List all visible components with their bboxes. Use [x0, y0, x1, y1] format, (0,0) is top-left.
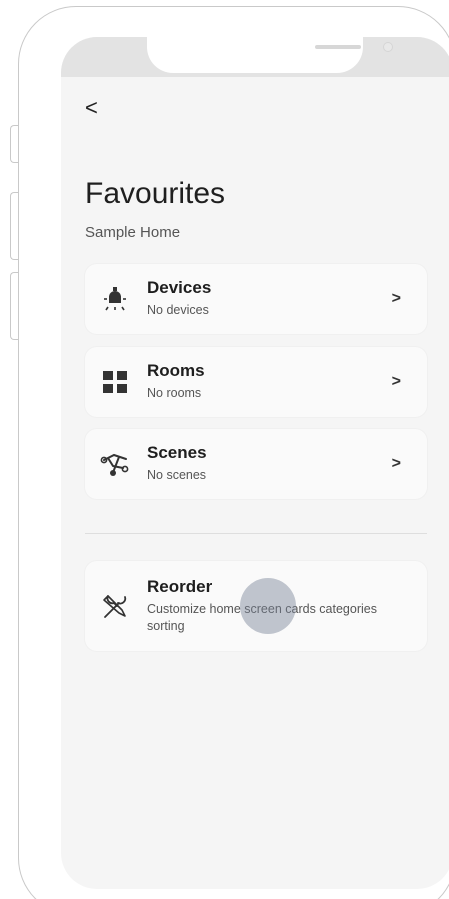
bulb-icon — [104, 287, 126, 311]
divider — [85, 533, 427, 534]
page-title: Favourites — [85, 177, 226, 210]
status-bar — [61, 37, 449, 77]
grid-icon — [103, 371, 127, 393]
scenes-card[interactable]: Scenes No scenes > — [85, 429, 427, 499]
screen: < Favourites Sample Home Devices No devi… — [61, 37, 449, 889]
scenes-description: No scenes — [147, 468, 207, 482]
camera — [383, 42, 393, 52]
chevron-right-icon: > — [391, 373, 401, 390]
rooms-label: Rooms — [147, 361, 205, 380]
devices-card[interactable]: Devices No devices > — [85, 264, 427, 334]
reorder-label: Reorder — [147, 577, 213, 596]
scenes-label: Scenes — [147, 443, 207, 462]
rooms-card[interactable]: Rooms No rooms > — [85, 347, 427, 417]
back-button[interactable]: < — [85, 95, 98, 121]
rooms-description: No rooms — [147, 386, 202, 400]
phone-frame: < Favourites Sample Home Devices No devi… — [18, 6, 449, 899]
chevron-right-icon: > — [391, 455, 401, 472]
reorder-description: Customize home screen cards categories s… — [147, 602, 377, 633]
devices-description: No devices — [147, 303, 209, 317]
reorder-card[interactable]: Reorder Customize home screen cards cate… — [85, 561, 427, 651]
devices-label: Devices — [147, 278, 212, 297]
tools-icon — [103, 595, 127, 618]
chevron-left-icon: < — [85, 95, 98, 120]
scenes-icon — [100, 453, 129, 476]
speaker — [315, 45, 361, 49]
page-subtitle: Sample Home — [85, 224, 181, 241]
chevron-right-icon: > — [391, 290, 401, 307]
notch — [147, 37, 393, 73]
